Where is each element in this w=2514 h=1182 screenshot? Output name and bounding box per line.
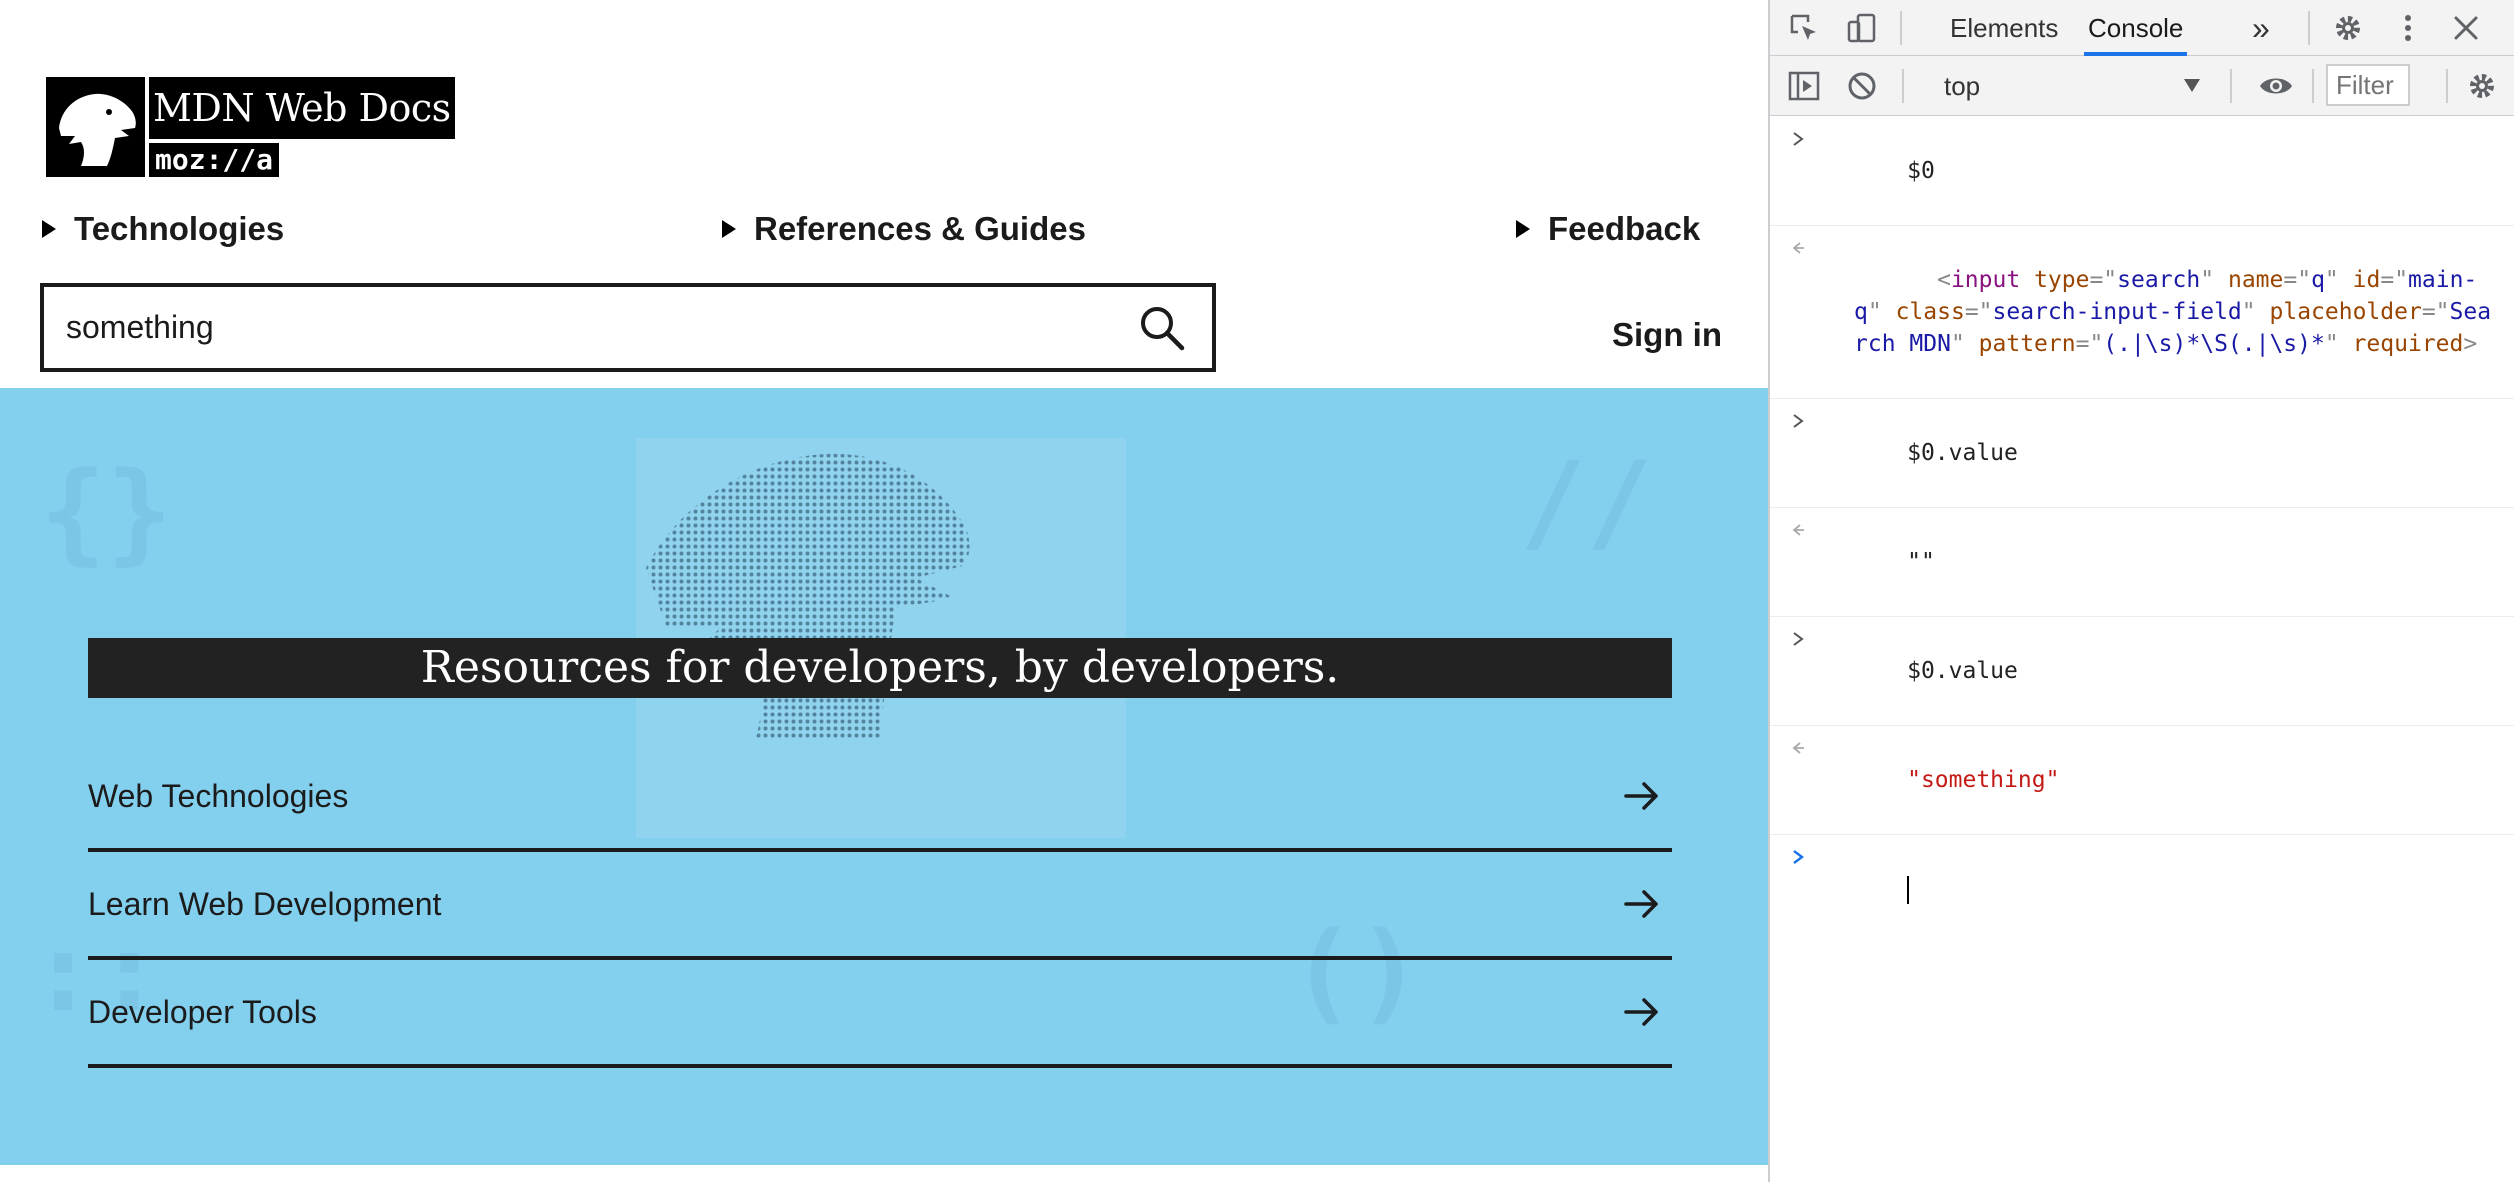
background-glyph: // — [1520, 438, 1653, 566]
arrow-right-icon — [1620, 882, 1664, 926]
close-icon[interactable] — [2448, 10, 2484, 46]
link-label: Learn Web Development — [88, 885, 442, 922]
disclosure-triangle-icon — [722, 220, 736, 238]
nav-feedback[interactable]: Feedback — [1516, 210, 1700, 248]
return-arrow-icon — [1786, 514, 1810, 546]
settings-icon[interactable] — [2330, 10, 2366, 46]
developer-tools-link[interactable]: Developer Tools — [88, 960, 1672, 1068]
attr-name: placeholder — [2269, 299, 2422, 325]
attr-name: type — [2034, 267, 2090, 293]
search-box — [40, 283, 1216, 372]
text-caret — [1907, 875, 1910, 904]
console-input-row: $0.value — [1770, 399, 2514, 508]
web-technologies-link[interactable]: Web Technologies — [88, 744, 1672, 852]
console-output-row: "something" — [1770, 726, 2514, 835]
return-arrow-icon — [1786, 232, 1810, 264]
learn-web-development-link[interactable]: Learn Web Development — [88, 852, 1672, 960]
console-input-row: $0 — [1770, 117, 2514, 226]
nav-technologies[interactable]: Technologies — [42, 210, 284, 248]
devtools-tab-bar: Elements Console » — [1770, 0, 2514, 56]
tag-bracket: > — [2463, 331, 2478, 357]
console-input-text: $0 — [1907, 158, 1935, 184]
attr-value: q — [2311, 267, 2325, 293]
console-filter-input[interactable] — [2326, 64, 2410, 106]
tag-bracket: < — [1937, 267, 1951, 293]
console-input-row: $0.value — [1770, 617, 2514, 726]
chevron-right-icon — [1786, 623, 1810, 655]
context-selector[interactable]: top — [1926, 66, 2210, 106]
attr-value: search — [2117, 267, 2201, 293]
eye-icon[interactable] — [2258, 68, 2294, 104]
sign-in-link[interactable]: Sign in — [1612, 316, 1722, 354]
more-vert-icon[interactable] — [2390, 10, 2426, 46]
mdn-page: MDN Web Docs moz://a Technologies Refere… — [0, 0, 1768, 1182]
console-prompt[interactable] — [1770, 835, 2514, 904]
arrow-right-icon — [1620, 990, 1664, 1034]
attr-name: pattern — [1978, 331, 2076, 357]
device-toggle-icon[interactable] — [1844, 10, 1880, 46]
hero-title: Resources for developers, by developers. — [88, 638, 1672, 698]
attr-value: (.|\s)*\S(.|\s)* — [2103, 331, 2325, 357]
devtools-panel: Elements Console » top Filter $0 <input … — [1768, 0, 2514, 1182]
link-label: Developer Tools — [88, 993, 317, 1030]
console-output-row[interactable]: <input type="search" name="q" id="main-q… — [1770, 226, 2514, 399]
attr-name: class — [1895, 299, 1965, 325]
disclosure-triangle-icon — [42, 220, 56, 238]
more-tabs-button[interactable]: » — [2248, 0, 2274, 56]
tab-elements[interactable]: Elements — [1946, 0, 2062, 56]
console-output: $0 <input type="search" name="q" id="mai… — [1770, 117, 2514, 904]
console-input-text: $0.value — [1907, 440, 2018, 466]
console-output-text: "" — [1907, 549, 1935, 575]
sidebar-toggle-icon[interactable] — [1786, 68, 1822, 104]
search-icon — [1141, 306, 1185, 350]
attr-name: required — [2352, 331, 2464, 357]
nav-technologies-label: Technologies — [74, 210, 285, 247]
page-bottom-strip — [0, 1165, 1768, 1182]
console-output-text: "something" — [1907, 767, 2060, 793]
nav-references-label: References & Guides — [754, 210, 1086, 247]
search-input[interactable] — [66, 309, 1134, 346]
console-toolbar: top — [1770, 56, 2514, 116]
clear-console-icon[interactable] — [1844, 68, 1880, 104]
link-label: Web Technologies — [88, 777, 349, 814]
attr-name: name — [2227, 267, 2284, 293]
inspect-icon[interactable] — [1786, 10, 1822, 46]
logo-title: MDN Web Docs — [149, 77, 455, 139]
arrow-right-icon — [1620, 774, 1664, 818]
dropdown-caret-icon — [2184, 79, 2200, 92]
chevron-right-icon — [1786, 405, 1810, 437]
logo-subtitle: moz://a — [149, 143, 280, 177]
mdn-logo[interactable]: MDN Web Docs moz://a — [46, 77, 455, 177]
search-button[interactable] — [1134, 300, 1190, 356]
nav-references-guides[interactable]: References & Guides — [722, 210, 1086, 248]
prompt-chevron-icon — [1786, 841, 1810, 873]
dinosaur-icon — [46, 77, 145, 177]
tab-console[interactable]: Console — [2084, 0, 2188, 56]
context-value: top — [1944, 71, 1981, 101]
nav-feedback-label: Feedback — [1548, 210, 1701, 247]
disclosure-triangle-icon — [1516, 220, 1530, 238]
console-output-row: "" — [1770, 508, 2514, 617]
attr-name: id — [2352, 267, 2381, 293]
console-input-text: $0.value — [1907, 658, 2018, 684]
background-glyph: {} — [40, 448, 173, 576]
attr-value: search-input-field — [1992, 299, 2242, 325]
tag-name: input — [1950, 267, 2021, 293]
console-settings-icon[interactable] — [2464, 68, 2500, 104]
chevron-right-icon — [1786, 123, 1810, 155]
return-arrow-icon — [1786, 732, 1810, 764]
